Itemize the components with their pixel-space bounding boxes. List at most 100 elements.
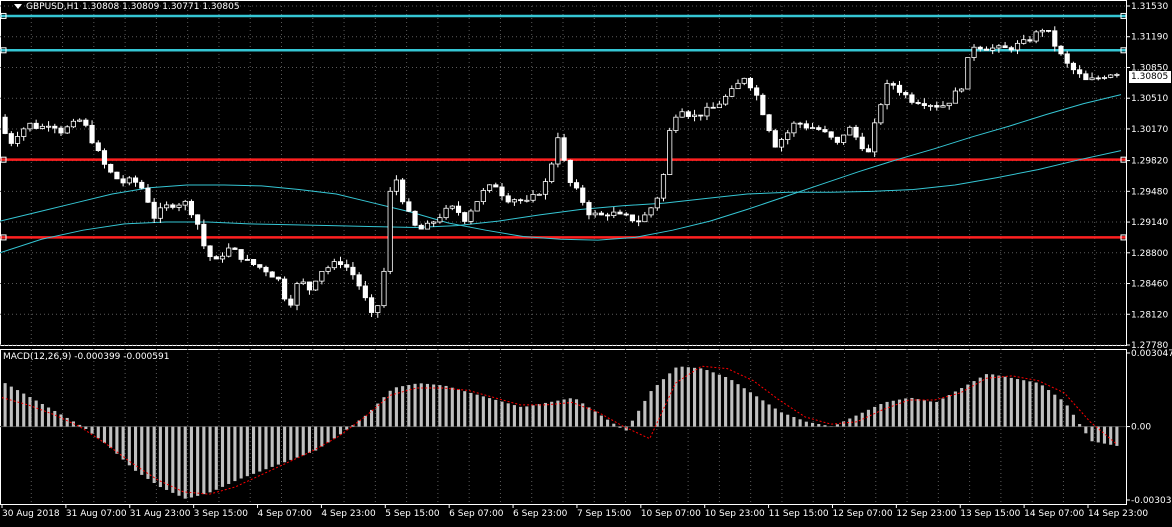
candle-body [990, 47, 996, 51]
candle-body [101, 150, 108, 165]
candle-body [337, 261, 344, 265]
candle-body [275, 276, 281, 280]
candle-body [431, 221, 437, 224]
candle-body [1033, 31, 1039, 42]
candle-body [139, 181, 145, 189]
candle-body [83, 119, 89, 126]
macd-tick-label: 0.003047 [1131, 349, 1172, 359]
dropdown-triangle-icon[interactable] [14, 4, 22, 9]
candle-body [213, 256, 219, 260]
time-tick-label: 10 Sep 07:00 [641, 509, 701, 519]
candle-body [704, 106, 710, 117]
time-tick-label: 30 Aug 2018 [2, 509, 60, 519]
price-tick-label: 1.31190 [1131, 33, 1168, 43]
candle-body [654, 197, 660, 209]
time-tick-label: 7 Sep 15:00 [577, 509, 632, 519]
price-tick-label: 1.30510 [1131, 94, 1168, 104]
candle-body [145, 187, 151, 203]
candle-body [605, 214, 611, 217]
candle-body [288, 298, 294, 306]
candle-body [95, 142, 101, 151]
price-axis: 1.315301.311901.308501.305101.301701.298… [1126, 2, 1168, 351]
time-tick-label: 14 Sep 23:00 [1088, 509, 1148, 519]
grid [0, 5, 1126, 504]
candle-body [561, 137, 567, 161]
candle-body [493, 184, 499, 188]
candle-body [269, 271, 275, 278]
candle-body [195, 214, 201, 225]
macd-histogram [3, 366, 1119, 499]
time-tick-label: 5 Sep 15:00 [385, 509, 440, 519]
candle-body [8, 133, 14, 144]
candle-body [859, 136, 865, 150]
candle-body [617, 211, 623, 215]
trading-chart[interactable]: 1.315301.311901.308501.305101.301701.298… [0, 0, 1172, 527]
candle-body [592, 212, 598, 216]
candle-body [636, 220, 642, 223]
candle-body [1008, 47, 1014, 51]
candle-body [232, 247, 238, 250]
candle-body [1070, 62, 1076, 71]
candle-body [132, 177, 139, 183]
candle-body [841, 134, 847, 143]
candle-body [120, 178, 126, 184]
candle-body [996, 45, 1002, 49]
candle-body [679, 111, 685, 118]
candle-body [729, 88, 735, 97]
candle-body [58, 127, 64, 134]
candle-body [375, 305, 381, 313]
candle-body [486, 184, 493, 191]
macd-axis: 0.003047 0.00 -0.003039 [1126, 349, 1172, 506]
candle-body [344, 264, 350, 268]
candle-body [1014, 42, 1021, 51]
candle-body [778, 139, 785, 148]
candle-body [52, 125, 58, 129]
price-tick-label: 1.28460 [1131, 280, 1168, 290]
candle-body [39, 125, 45, 129]
candle-body [27, 122, 33, 130]
symbol-label: GBPUSD,H1 [26, 2, 80, 12]
time-tick-label: 4 Sep 07:00 [258, 509, 313, 519]
candle-body [747, 77, 754, 89]
candle-body [108, 163, 114, 173]
candle-body [244, 259, 250, 261]
time-tick-label: 12 Sep 07:00 [832, 509, 892, 519]
candle-body [164, 204, 170, 209]
price-tick-label: 1.29140 [1131, 218, 1168, 228]
candle-body [176, 204, 182, 208]
candle-body [263, 266, 269, 273]
candle-body [1058, 45, 1064, 55]
candle-body [965, 57, 971, 90]
candle-body [313, 280, 319, 291]
candle-body [505, 195, 511, 203]
candle-body [580, 187, 586, 203]
candle-body [1083, 73, 1089, 81]
candle-body [14, 136, 21, 144]
candle-body [1045, 30, 1052, 32]
candle-body [1064, 53, 1070, 64]
candle-body [238, 249, 244, 260]
candle-body [896, 84, 903, 93]
candle-body [847, 126, 853, 136]
candle-body [524, 199, 530, 202]
time-tick-label: 14 Sep 07:00 [1024, 509, 1084, 519]
candle-body [642, 214, 648, 223]
candle-body [480, 190, 486, 202]
candle-body [319, 270, 325, 282]
candle-body [598, 212, 604, 216]
candle-body [77, 119, 83, 122]
candle-body [46, 125, 52, 128]
candle-body [306, 281, 313, 291]
candle-body [903, 92, 909, 96]
candle-body [387, 190, 393, 272]
candle-body [226, 247, 232, 257]
candle-body [723, 95, 729, 105]
current-price-label: 1.30805 [1129, 71, 1171, 83]
candle-body [188, 200, 195, 216]
candle-body [418, 224, 424, 230]
candle-body [33, 122, 39, 129]
candle-body [934, 105, 940, 108]
candle-body [518, 199, 524, 202]
candle-body [915, 102, 921, 104]
time-tick-label: 31 Aug 23:00 [130, 509, 191, 519]
